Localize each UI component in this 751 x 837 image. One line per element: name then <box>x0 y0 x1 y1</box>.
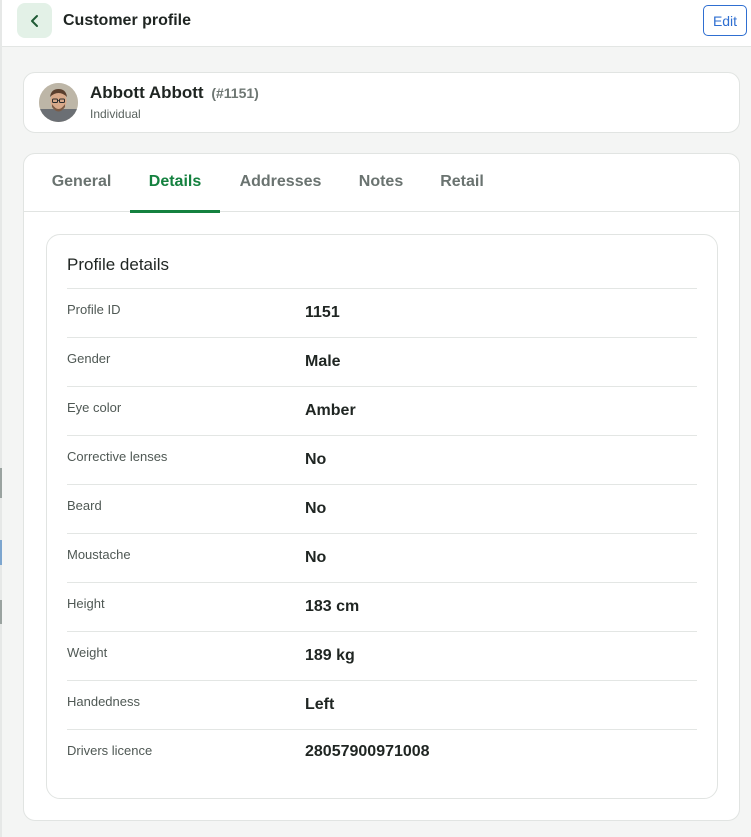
customer-number: (#1151) <box>211 85 259 101</box>
back-button[interactable] <box>17 3 52 38</box>
customer-summary-card: Abbott Abbott (#1151) Individual <box>23 72 740 133</box>
tab-details[interactable]: Details <box>130 154 220 213</box>
detail-label: Eye color <box>67 400 122 415</box>
window-edge <box>0 0 2 837</box>
customer-name-line: Abbott Abbott (#1151) <box>90 83 259 103</box>
top-header: Customer profile Edit <box>2 0 751 47</box>
avatar <box>39 83 78 122</box>
edge-marker <box>0 468 2 498</box>
customer-name: Abbott Abbott <box>90 83 204 102</box>
detail-value: 189 kg <box>305 647 355 664</box>
detail-row-drivers-licence: Drivers licence 28057900971008 <box>67 729 697 778</box>
detail-row-beard: Beard No <box>67 484 697 533</box>
tab-notes[interactable]: Notes <box>357 154 405 212</box>
detail-value: 1151 <box>305 304 340 321</box>
detail-value: No <box>305 549 327 566</box>
edit-button[interactable]: Edit <box>703 5 747 36</box>
detail-value: Left <box>305 696 335 713</box>
detail-value: 28057900971008 <box>305 743 430 760</box>
page-title: Customer profile <box>63 12 192 29</box>
detail-label: Weight <box>67 645 108 660</box>
detail-value: No <box>305 451 327 468</box>
chevron-left-icon <box>28 14 42 28</box>
detail-row-height: Height 183 cm <box>67 582 697 631</box>
detail-row-gender: Gender Male <box>67 337 697 386</box>
tab-retail[interactable]: Retail <box>438 154 486 212</box>
detail-row-profile-id: Profile ID 1151 <box>67 288 697 337</box>
detail-value: No <box>305 500 327 517</box>
detail-value: 183 cm <box>305 598 360 615</box>
detail-row-corrective-lenses: Corrective lenses No <box>67 435 697 484</box>
detail-label: Handedness <box>67 694 140 709</box>
edge-marker <box>0 540 2 565</box>
customer-type: Individual <box>90 107 141 121</box>
section-title: Profile details <box>67 255 170 274</box>
detail-label: Moustache <box>67 547 131 562</box>
tab-addresses[interactable]: Addresses <box>237 154 324 212</box>
edge-marker <box>0 600 2 624</box>
profile-details-list: Profile ID 1151 Gender Male Eye color Am… <box>67 288 697 778</box>
detail-row-handedness: Handedness Left <box>67 680 697 729</box>
profile-details-panel: Profile details Profile ID 1151 Gender M… <box>46 234 718 799</box>
detail-label: Profile ID <box>67 302 121 317</box>
detail-label: Drivers licence <box>67 743 153 758</box>
detail-value: Amber <box>305 402 356 419</box>
detail-row-weight: Weight 189 kg <box>67 631 697 680</box>
detail-row-eye-color: Eye color Amber <box>67 386 697 435</box>
tab-bar: General Details Addresses Notes Retail <box>24 154 739 213</box>
detail-label: Corrective lenses <box>67 449 168 464</box>
detail-label: Gender <box>67 351 111 366</box>
detail-label: Height <box>67 596 105 611</box>
tab-general[interactable]: General <box>50 154 113 212</box>
detail-label: Beard <box>67 498 102 513</box>
detail-value: Male <box>305 353 341 370</box>
customer-details-card: General Details Addresses Notes Retail P… <box>23 153 740 821</box>
detail-row-moustache: Moustache No <box>67 533 697 582</box>
